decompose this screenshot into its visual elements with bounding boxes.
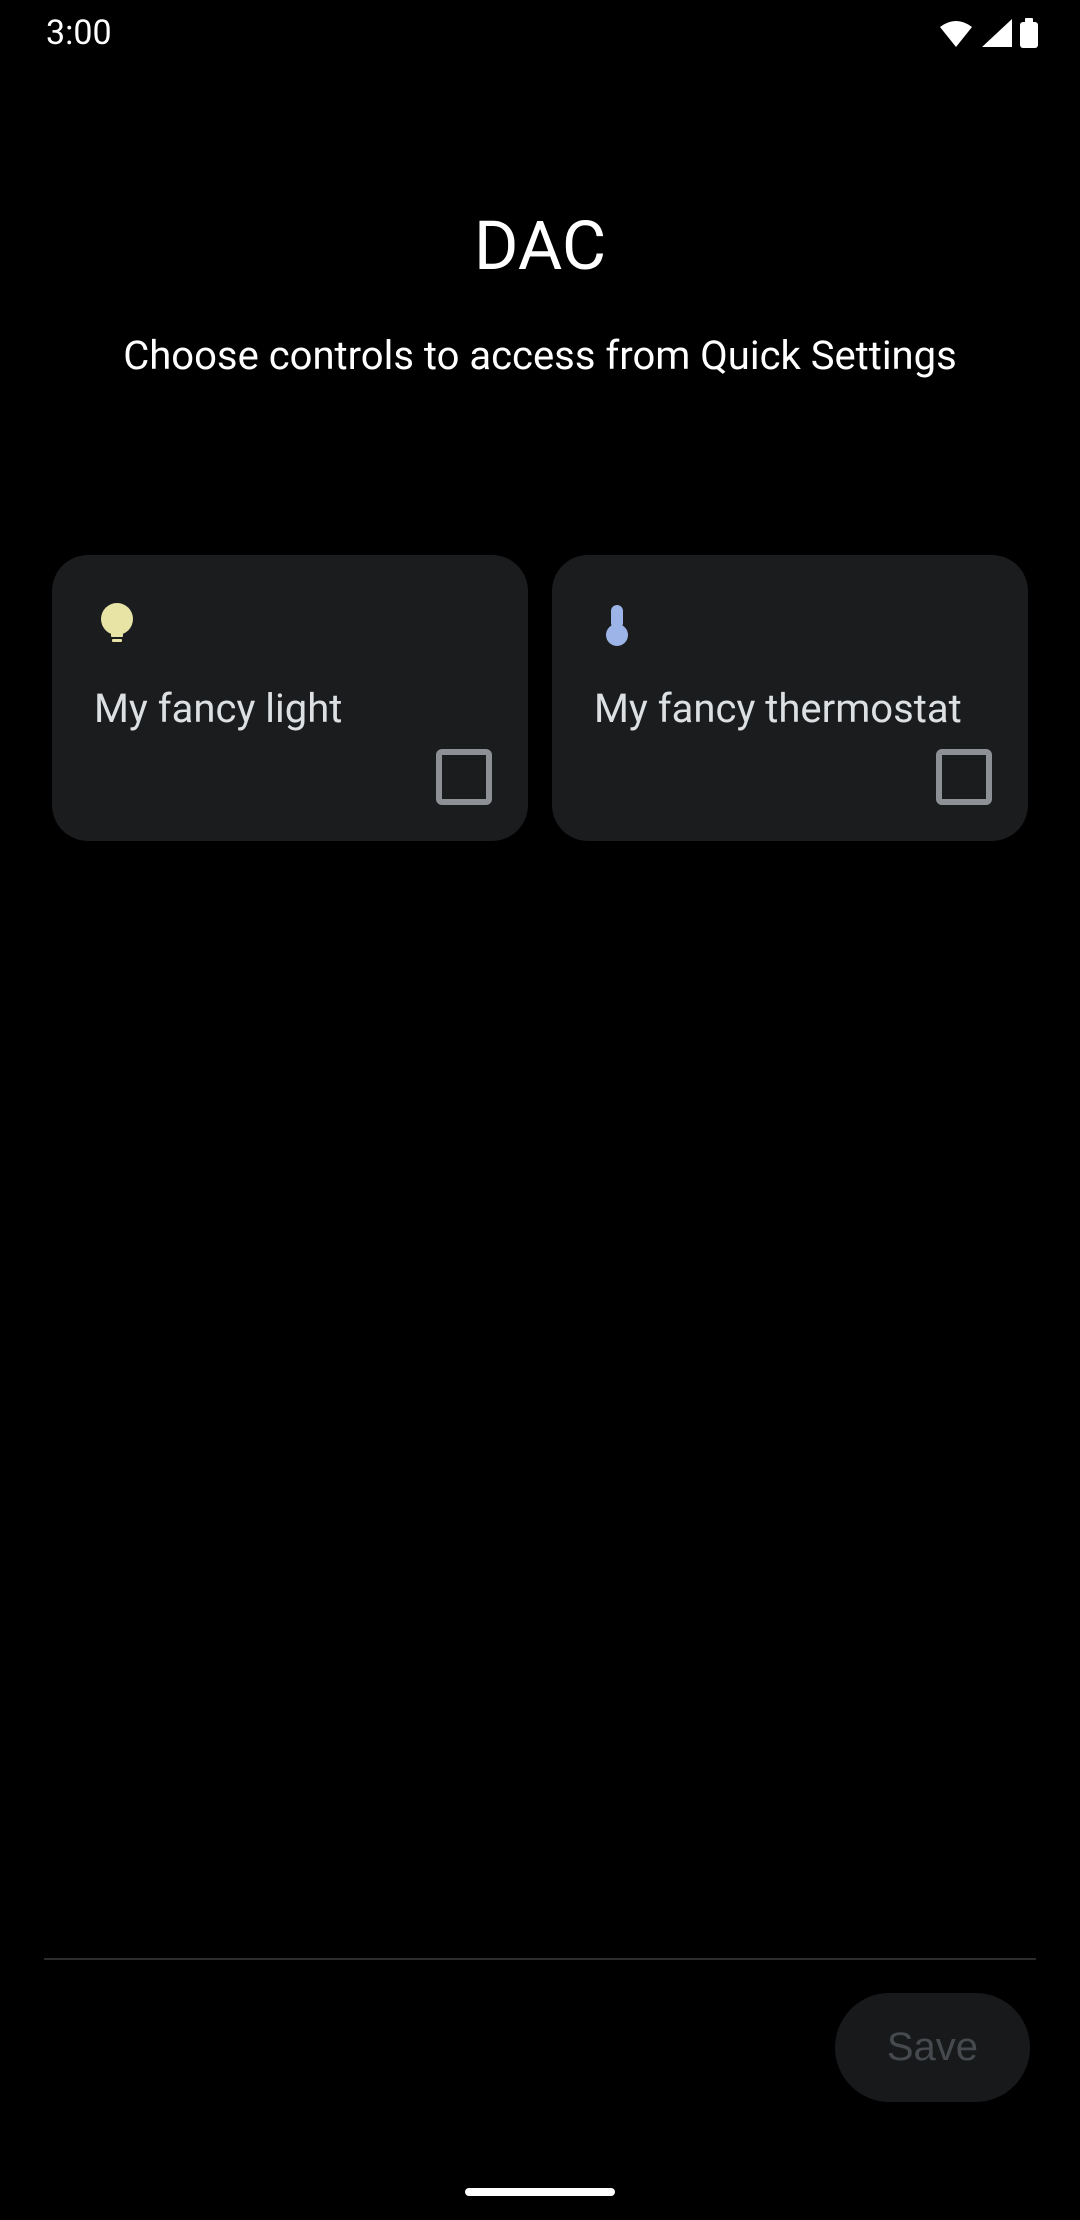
wifi-icon <box>938 19 974 47</box>
save-button[interactable]: Save <box>835 1993 1030 2102</box>
page-subtitle: Choose controls to access from Quick Set… <box>0 332 1080 379</box>
control-card-light[interactable]: My fancy light <box>52 555 528 841</box>
control-label: My fancy thermostat <box>594 685 986 732</box>
thermometer-icon <box>594 601 640 647</box>
lightbulb-icon <box>94 601 140 647</box>
signal-icon <box>982 19 1012 47</box>
status-icons <box>938 18 1038 48</box>
status-bar: 3:00 <box>0 0 1080 66</box>
page-title: DAC <box>0 206 1080 286</box>
control-checkbox-light[interactable] <box>436 749 492 805</box>
nav-handle[interactable] <box>465 2188 615 2196</box>
divider <box>44 1958 1036 1960</box>
control-card-thermostat[interactable]: My fancy thermostat <box>552 555 1028 841</box>
header: DAC Choose controls to access from Quick… <box>0 66 1080 379</box>
control-checkbox-thermostat[interactable] <box>936 749 992 805</box>
battery-icon <box>1020 18 1038 48</box>
status-time: 3:00 <box>46 13 112 53</box>
control-label: My fancy light <box>94 685 486 732</box>
controls-grid: My fancy light My fancy thermostat <box>0 555 1080 841</box>
